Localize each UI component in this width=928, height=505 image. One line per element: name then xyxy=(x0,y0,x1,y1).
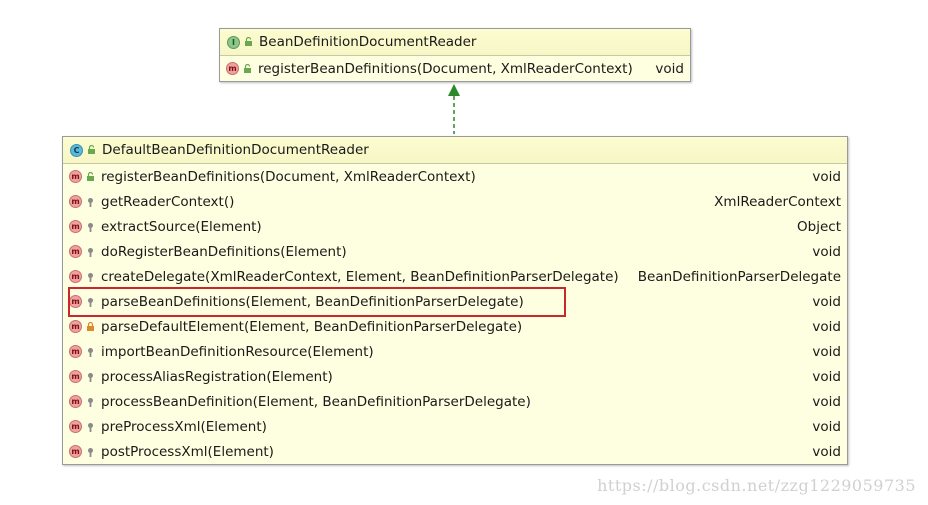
method-icon: m xyxy=(69,170,82,183)
method-signature: processAliasRegistration(Element) xyxy=(101,368,333,385)
method-row: m importBeanDefinitionResource(Element) vo… xyxy=(63,339,847,364)
protected-visibility-icon xyxy=(86,222,95,232)
public-visibility-icon xyxy=(244,37,253,47)
implements-arrow xyxy=(448,84,460,134)
method-row: m getReaderContext() XmlReaderContext xyxy=(63,189,847,214)
method-signature: registerBeanDefinitions(Document, XmlRea… xyxy=(258,60,633,77)
method-return-type: void xyxy=(655,60,684,77)
method-row: m processAliasRegistration(Element) void xyxy=(63,364,847,389)
method-row: m parseDefaultElement(Element, BeanDefini… xyxy=(63,314,847,339)
class-icon: C xyxy=(70,143,83,157)
interface-box: I BeanDefinitionDocumentReader m register… xyxy=(219,28,691,82)
method-icon: m xyxy=(69,395,82,408)
method-icon: m xyxy=(69,320,82,333)
method-row: m createDelegate(XmlReaderContext, Elemen… xyxy=(63,264,847,289)
interface-header: I BeanDefinitionDocumentReader xyxy=(220,29,690,56)
method-signature: processBeanDefinition(Element, BeanDefin… xyxy=(101,393,531,410)
protected-visibility-icon xyxy=(86,197,95,207)
method-return-type: Object xyxy=(797,218,841,235)
method-row: m extractSource(Element) Object xyxy=(63,214,847,239)
method-row: m processBeanDefinition(Element, BeanDefi… xyxy=(63,389,847,414)
protected-visibility-icon xyxy=(86,422,95,432)
protected-visibility-icon xyxy=(86,272,95,282)
protected-visibility-icon xyxy=(86,347,95,357)
method-return-type: void xyxy=(812,293,841,310)
method-row: m doRegisterBeanDefinitions(Element) void xyxy=(63,239,847,264)
method-return-type: BeanDefinitionParserDelegate xyxy=(637,268,841,285)
method-return-type: void xyxy=(812,393,841,410)
arrow-head xyxy=(448,84,460,96)
method-icon: m xyxy=(69,345,82,358)
method-icon: m xyxy=(69,370,82,383)
method-return-type: void xyxy=(812,318,841,335)
method-row: m postProcessXml(Element) void xyxy=(63,439,847,464)
watermark: https://blog.csdn.net/zzg1229059735 xyxy=(597,476,916,495)
method-return-type: void xyxy=(812,418,841,435)
method-signature: createDelegate(XmlReaderContext, Element… xyxy=(101,268,619,285)
method-row: m registerBeanDefinitions(Document, XmlRe… xyxy=(63,164,847,189)
method-return-type: void xyxy=(812,343,841,360)
method-signature: parseDefaultElement(Element, BeanDefinit… xyxy=(101,318,523,335)
method-return-type: void xyxy=(812,443,841,460)
method-signature: doRegisterBeanDefinitions(Element) xyxy=(101,243,347,260)
protected-visibility-icon xyxy=(86,247,95,257)
method-return-type: void xyxy=(812,368,841,385)
protected-visibility-icon xyxy=(86,372,95,382)
method-row: m preProcessXml(Element) void xyxy=(63,414,847,439)
method-signature: getReaderContext() xyxy=(101,193,235,210)
class-header: C DefaultBeanDefinitionDocumentReader xyxy=(63,137,847,164)
method-row: m registerBeanDefinitions(Document, XmlRe… xyxy=(220,56,690,81)
method-icon: m xyxy=(226,62,239,75)
protected-visibility-icon xyxy=(86,397,95,407)
class-box: C DefaultBeanDefinitionDocumentReader m r… xyxy=(62,136,848,465)
method-signature: parseBeanDefinitions(Element, BeanDefini… xyxy=(101,293,524,310)
method-return-type: void xyxy=(812,243,841,260)
method-return-type: XmlReaderContext xyxy=(714,193,841,210)
interface-name: BeanDefinitionDocumentReader xyxy=(259,34,477,50)
method-icon: m xyxy=(69,195,82,208)
method-return-type: void xyxy=(812,168,841,185)
method-signature: registerBeanDefinitions(Document, XmlRea… xyxy=(101,168,476,185)
method-row: m parseBeanDefinitions(Element, BeanDefin… xyxy=(63,289,847,314)
interface-icon: I xyxy=(227,35,240,49)
public-visibility-icon xyxy=(87,145,96,155)
method-icon: m xyxy=(69,270,82,283)
method-icon: m xyxy=(69,445,82,458)
protected-visibility-icon xyxy=(86,297,95,307)
protected-visibility-icon xyxy=(86,447,95,457)
method-signature: preProcessXml(Element) xyxy=(101,418,267,435)
method-signature: extractSource(Element) xyxy=(101,218,262,235)
method-icon: m xyxy=(69,420,82,433)
method-signature: importBeanDefinitionResource(Element) xyxy=(101,343,374,360)
private-visibility-icon xyxy=(86,321,95,332)
public-visibility-icon xyxy=(86,171,95,182)
class-name: DefaultBeanDefinitionDocumentReader xyxy=(102,142,369,158)
method-icon: m xyxy=(69,245,82,258)
method-icon: m xyxy=(69,295,82,308)
public-visibility-icon xyxy=(243,63,252,74)
method-icon: m xyxy=(69,220,82,233)
method-signature: postProcessXml(Element) xyxy=(101,443,274,460)
